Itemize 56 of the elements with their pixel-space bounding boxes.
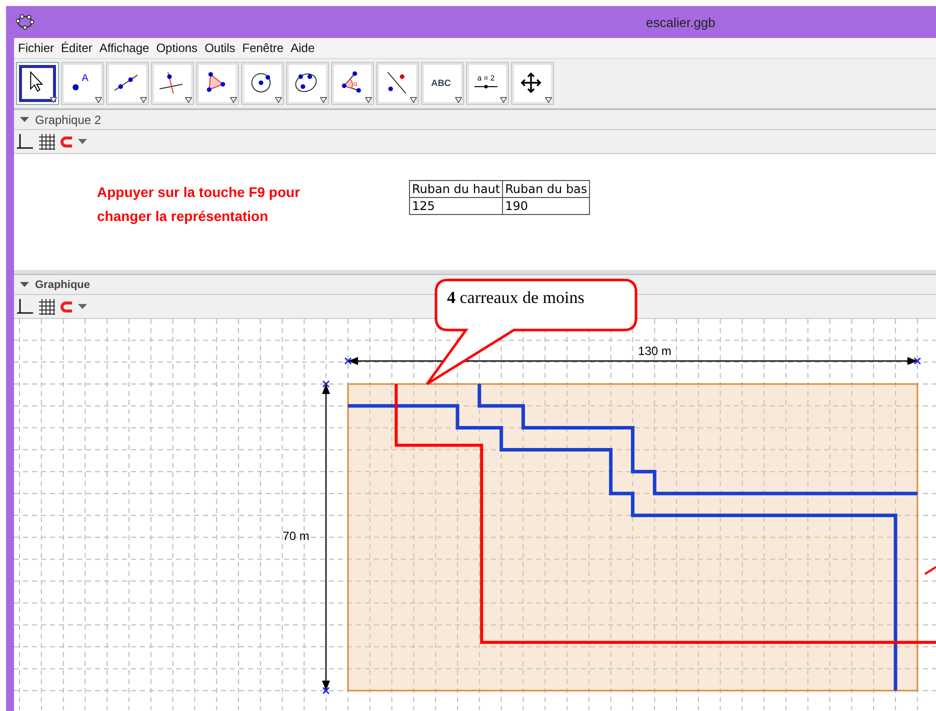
caret-icon [50,97,57,103]
tool-button[interactable] [16,62,59,105]
tool-button[interactable] [196,62,239,105]
tool-button[interactable] [286,62,329,105]
height-label: 70 m [282,529,310,543]
tool-button[interactable] [511,62,554,105]
menu-item[interactable]: Outils [204,41,236,55]
grid-icon[interactable] [38,298,56,316]
menu-item[interactable]: Éditer [61,41,92,55]
caret-icon [365,97,372,103]
menu-item[interactable]: Aide [290,41,315,55]
app-logo-icon [16,14,34,30]
panel-title: Graphique [35,278,90,290]
table-cell: 190 [502,198,590,214]
magnet-icon[interactable] [60,134,74,148]
window-title: escalier.ggb [646,15,716,30]
text-tool-icon: ABC [425,66,457,98]
callout-text: 4 carreaux de moins [447,288,584,308]
menu-item[interactable]: Fenêtre [242,41,284,55]
tool-button[interactable] [106,62,149,105]
instruction-text: Appuyer sur la touche F9 pour changer la représentation [97,183,302,226]
table-header-cell: Ruban du haut [410,180,503,198]
point-marker-icon [322,686,330,694]
caret-icon [410,97,417,103]
tool-button[interactable]: ABC [421,62,464,105]
caret-icon [455,97,462,103]
caret-icon [500,97,507,103]
axes-icon[interactable] [16,298,34,316]
callout-tail [924,566,936,575]
point-marker-icon [344,357,352,365]
caret-icon [185,97,192,103]
tool-button[interactable]: A [61,62,104,105]
collapse-caret-icon[interactable] [20,282,29,288]
table-header-cell: Ruban du bas [502,180,590,198]
caret-icon [275,97,282,103]
menu-item[interactable]: Fichier [18,41,54,55]
magnet-icon[interactable] [60,300,74,314]
caret-icon [320,97,327,103]
collapse-caret-icon[interactable] [20,116,29,122]
tool-button[interactable] [241,62,284,105]
width-label: 130 m [638,344,672,358]
caret-icon [95,97,102,103]
panel-title: Graphique 2 [35,112,102,126]
table-cell: 125 [410,198,503,214]
caret-icon [140,97,147,103]
axes-icon[interactable] [16,132,34,150]
caret-icon[interactable] [78,138,87,144]
caret-icon [545,97,552,103]
menu-item[interactable]: Affichage [99,41,150,55]
point-marker-icon [914,357,922,365]
caret-icon [230,97,237,103]
point-marker-icon [322,380,330,388]
tool-button[interactable]: a = 2 [466,62,509,105]
menu-item[interactable]: Options [156,41,198,55]
grid-icon[interactable] [38,132,56,150]
caret-icon[interactable] [78,304,87,310]
